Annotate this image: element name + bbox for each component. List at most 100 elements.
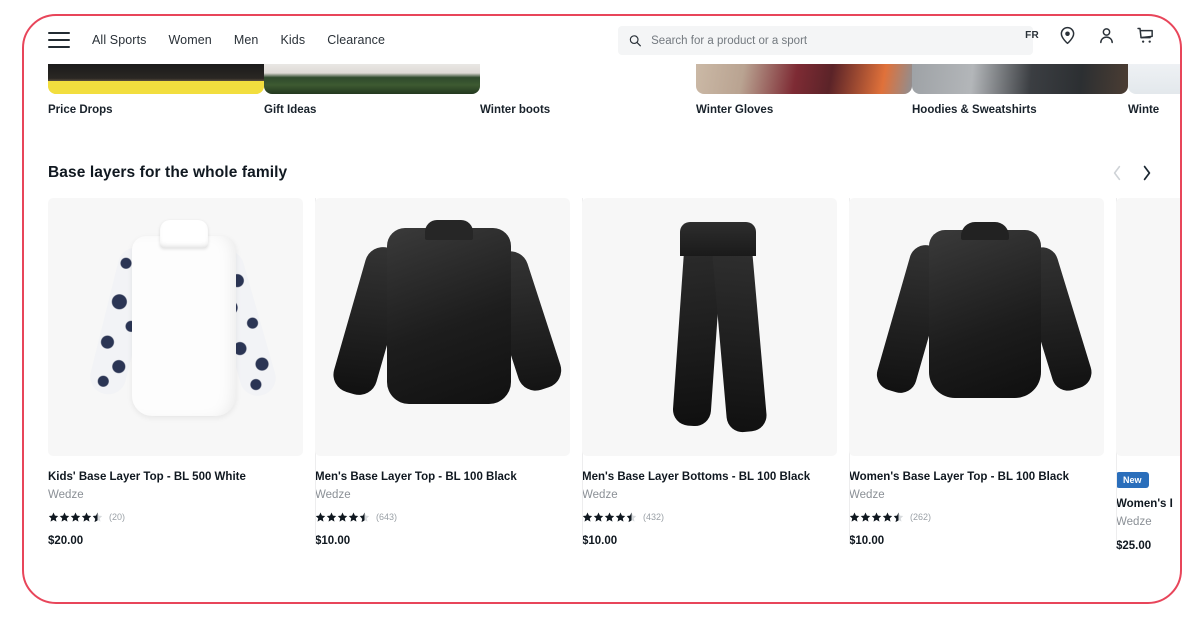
product-card[interactable]: Kids' Base Layer Top - BL 500 White Wedz… <box>48 198 315 552</box>
browser-viewport: All Sports Women Men Kids Clearance FR <box>24 16 1180 602</box>
product-image <box>48 198 303 456</box>
category-tile-winter-gloves[interactable]: Winter Gloves <box>696 64 912 116</box>
account-icon[interactable] <box>1096 25 1117 46</box>
chevron-right-icon[interactable] <box>1142 165 1152 181</box>
product-card[interactable]: New Women's I Wedze $25.00 <box>1116 198 1180 552</box>
star-icon <box>871 512 882 522</box>
product-image <box>582 198 837 456</box>
search-bar[interactable] <box>618 26 1033 55</box>
review-count: (432) <box>643 512 665 523</box>
product-price: $25.00 <box>1116 539 1152 552</box>
star-icon <box>326 512 337 522</box>
star-icon <box>315 512 326 522</box>
star-rating-icons <box>582 512 637 523</box>
star-icon <box>604 512 615 522</box>
star-icon <box>59 512 70 522</box>
product-name: Men's Base Layer Top - BL 100 Black <box>315 471 517 483</box>
category-tile-winter-partial[interactable]: Winte <box>1128 64 1180 116</box>
header-actions: FR <box>1025 25 1156 46</box>
category-tile-gift-ideas[interactable]: Gift Ideas <box>264 64 480 116</box>
product-list: Kids' Base Layer Top - BL 500 White Wedz… <box>48 198 1180 552</box>
category-thumbnail <box>480 64 696 94</box>
product-photo-mens-base-layer-top <box>315 198 570 456</box>
category-label: Winte <box>1128 104 1160 116</box>
review-count: (643) <box>376 512 398 523</box>
product-price: $10.00 <box>849 534 885 547</box>
product-image <box>849 198 1104 456</box>
product-image <box>315 198 570 456</box>
primary-nav: All Sports Women Men Kids Clearance <box>92 33 385 47</box>
search-icon <box>629 35 641 47</box>
nav-item-women[interactable]: Women <box>169 33 212 47</box>
product-brand: Wedze <box>48 488 84 501</box>
product-card[interactable]: Women's Base Layer Top - BL 100 Black We… <box>849 198 1116 552</box>
star-icon <box>849 512 860 522</box>
product-name: Kids' Base Layer Top - BL 500 White <box>48 471 246 483</box>
category-thumbnail <box>696 64 912 94</box>
product-price: $20.00 <box>48 534 84 547</box>
star-rating-icons <box>48 512 103 523</box>
product-brand: Wedze <box>315 488 351 501</box>
status-badge: New <box>1116 472 1149 488</box>
product-photo-kids-base-layer <box>48 198 303 456</box>
language-selector[interactable]: FR <box>1025 30 1039 41</box>
star-half-icon <box>626 512 637 523</box>
product-photo-mens-base-layer-bottoms <box>582 198 837 456</box>
product-rating: (262) <box>849 512 1104 523</box>
category-thumbnail <box>264 64 480 94</box>
star-icon <box>593 512 604 522</box>
review-count: (20) <box>109 512 126 523</box>
review-count: (262) <box>910 512 932 523</box>
location-pin-icon[interactable] <box>1057 25 1078 46</box>
nav-item-all-sports[interactable]: All Sports <box>92 33 147 47</box>
category-label: Gift Ideas <box>264 104 317 116</box>
site-header: All Sports Women Men Kids Clearance FR <box>24 16 1180 64</box>
nav-item-kids[interactable]: Kids <box>280 33 305 47</box>
category-label: Winter Gloves <box>696 104 774 116</box>
category-label: Hoodies & Sweatshirts <box>912 104 1037 116</box>
category-thumbnail <box>48 64 264 94</box>
cart-icon[interactable] <box>1135 25 1156 46</box>
carousel-controls <box>1112 165 1156 181</box>
product-photo-womens-base-layer-top <box>849 198 1104 456</box>
star-half-icon <box>359 512 370 523</box>
category-label: Price Drops <box>48 104 113 116</box>
product-image <box>1116 198 1180 456</box>
star-icon <box>48 512 59 522</box>
category-strip: Price Drops Gift Ideas Winter boots Wint… <box>24 64 1180 140</box>
category-tile-winter-boots[interactable]: Winter boots <box>480 64 696 116</box>
product-rating: (643) <box>315 512 570 523</box>
star-icon <box>348 512 359 522</box>
product-name: Women's Base Layer Top - BL 100 Black <box>849 471 1070 483</box>
hamburger-icon[interactable] <box>48 32 70 48</box>
star-icon <box>70 512 81 522</box>
nav-item-men[interactable]: Men <box>234 33 259 47</box>
product-card[interactable]: Men's Base Layer Bottoms - BL 100 Black … <box>582 198 849 552</box>
product-rating: (20) <box>48 512 303 523</box>
product-carousel-section: Base layers for the whole family Kids' B… <box>24 140 1180 552</box>
product-card[interactable]: Men's Base Layer Top - BL 100 Black Wedz… <box>315 198 582 552</box>
search-input[interactable] <box>651 34 1023 47</box>
product-rating: (432) <box>582 512 837 523</box>
product-price: $10.00 <box>315 534 351 547</box>
star-icon <box>860 512 871 522</box>
star-icon <box>882 512 893 522</box>
category-thumbnail <box>1128 64 1180 94</box>
nav-item-clearance[interactable]: Clearance <box>327 33 385 47</box>
product-name: Men's Base Layer Bottoms - BL 100 Black <box>582 471 811 483</box>
chevron-left-icon[interactable] <box>1112 165 1122 181</box>
product-name: Women's I <box>1116 498 1173 510</box>
star-half-icon <box>92 512 103 523</box>
star-icon <box>81 512 92 522</box>
section-header: Base layers for the whole family <box>48 140 1156 192</box>
category-label: Winter boots <box>480 104 551 116</box>
star-rating-icons <box>315 512 370 523</box>
product-brand: Wedze <box>849 488 885 501</box>
star-icon <box>337 512 348 522</box>
star-half-icon <box>893 512 904 523</box>
category-tile-price-drops[interactable]: Price Drops <box>48 64 264 116</box>
product-brand: Wedze <box>582 488 618 501</box>
category-tile-hoodies-sweatshirts[interactable]: Hoodies & Sweatshirts <box>912 64 1128 116</box>
product-price: $10.00 <box>582 534 618 547</box>
star-rating-icons <box>849 512 904 523</box>
